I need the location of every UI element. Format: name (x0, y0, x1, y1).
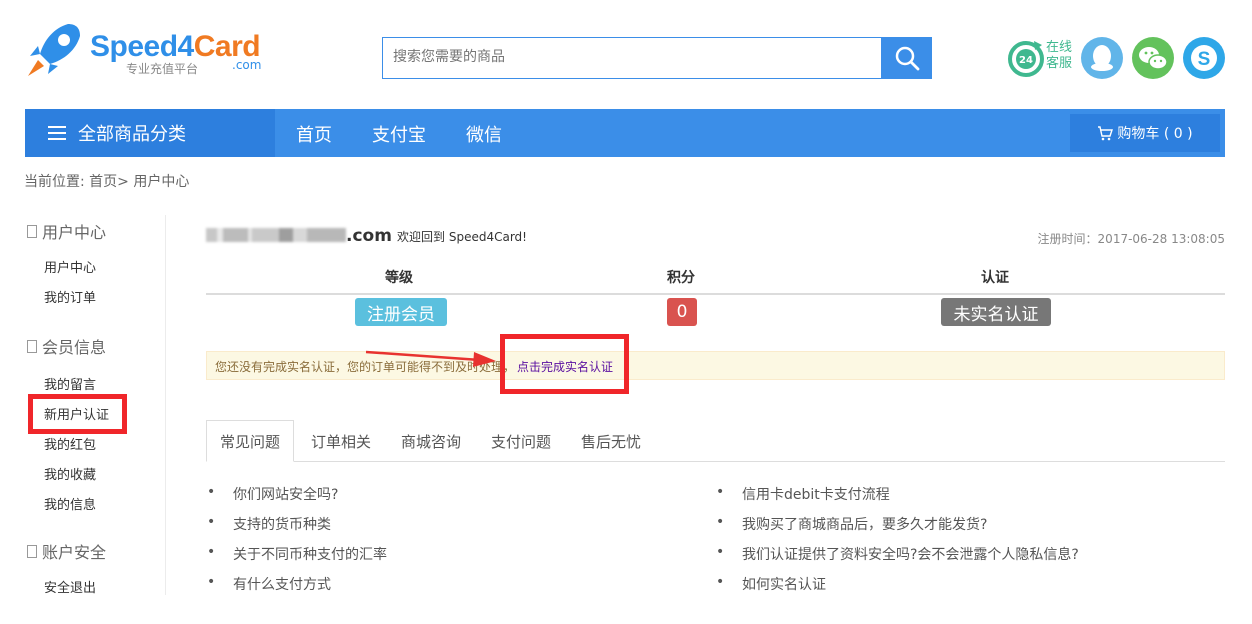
sidebar-item-my-messages[interactable]: 我的留言 (44, 374, 96, 393)
redacted-email (206, 228, 346, 242)
faq-item[interactable]: • 有什么支付方式 (207, 574, 331, 594)
verification-badge: 未实名认证 (941, 298, 1051, 326)
svg-text:24: 24 (1019, 55, 1033, 66)
sidebar-section-user-center: 用户中心 (27, 219, 106, 243)
registration-time: 注册时间：2017-06-28 13:08:05 (1037, 232, 1225, 246)
clock-24-icon: 24 (1008, 41, 1044, 77)
sidebar-divider (165, 215, 166, 595)
level-badge: 注册会员 (355, 298, 447, 326)
tab-payment[interactable]: 支付问题 (491, 420, 551, 462)
welcome-text: 欢迎回到 Speed4Card! (397, 230, 527, 244)
points-badge: 0 (667, 298, 697, 326)
all-categories-label: 全部商品分类 (78, 124, 186, 145)
sidebar-item-my-orders[interactable]: 我的订单 (44, 287, 96, 306)
arrow-annotation (365, 350, 496, 367)
online-label: 在线 (1046, 40, 1073, 55)
wechat-icon (1139, 47, 1168, 70)
tab-after-sales[interactable]: 售后无忧 (581, 420, 641, 462)
svg-text:S: S (1198, 49, 1211, 70)
square-icon (27, 545, 37, 558)
search-button[interactable] (881, 37, 932, 79)
faq-item[interactable]: • 我们认证提供了资料安全吗?会不会泄露个人隐私信息? (716, 544, 1079, 564)
highlight-box-verification (28, 394, 127, 434)
faq-item[interactable]: • 我购买了商城商品后，要多久才能发货? (716, 514, 987, 534)
sidebar-item-my-info[interactable]: 我的信息 (44, 494, 96, 513)
cart-label: 购物车 ( 0 ) (1117, 126, 1193, 142)
user-email: .com 欢迎回到 Speed4Card! (206, 226, 527, 246)
sidebar-item-my-red-packets[interactable]: 我的红包 (44, 434, 96, 453)
stats-divider (206, 293, 1225, 295)
skype-button[interactable]: S (1183, 37, 1225, 79)
faq-item[interactable]: • 关于不同币种支付的汇率 (207, 544, 387, 564)
menu-icon (48, 126, 66, 140)
cart-icon (1098, 125, 1114, 140)
skype-icon: S (1191, 45, 1217, 71)
faq-item[interactable]: • 如何实名认证 (716, 574, 826, 594)
tab-mall-inquiry[interactable]: 商城咨询 (401, 420, 461, 462)
verification-alert: 您还没有完成实名认证，您的订单可能得不到及时处理， 点击完成实名认证 (206, 351, 1225, 380)
rocket-icon (28, 24, 80, 76)
highlight-box-link (500, 334, 629, 394)
service-label: 客服 (1046, 56, 1073, 71)
square-icon (27, 225, 37, 238)
square-icon (27, 340, 37, 353)
sidebar-section-member-info: 会员信息 (27, 334, 106, 358)
all-categories-menu[interactable]: 全部商品分类 (25, 109, 275, 157)
breadcrumb: 当前位置: 首页> 用户中心 (24, 174, 190, 190)
search-input[interactable] (383, 38, 883, 76)
search-box (382, 37, 883, 79)
brand-domain: .com (232, 58, 262, 72)
faq-item[interactable]: • 你们网站安全吗? (207, 484, 338, 504)
cart-button[interactable]: 购物车 ( 0 ) (1070, 114, 1220, 152)
stat-header-points: 积分 (667, 270, 695, 286)
online-service[interactable]: 24 在线 客服 (1006, 36, 1084, 80)
stat-header-verification: 认证 (981, 270, 1009, 286)
search-icon (895, 46, 919, 71)
qq-icon (1091, 45, 1113, 71)
nav-home[interactable]: 首页 (296, 121, 332, 147)
stat-header-level: 等级 (385, 270, 413, 286)
sidebar-item-logout[interactable]: 安全退出 (44, 577, 96, 596)
tab-orders[interactable]: 订单相关 (311, 420, 371, 462)
faq-item[interactable]: • 信用卡debit卡支付流程 (716, 484, 890, 504)
wechat-button[interactable] (1132, 37, 1174, 79)
tab-faq[interactable]: 常见问题 (206, 420, 294, 462)
nav-alipay[interactable]: 支付宝 (372, 121, 426, 147)
nav-wechat[interactable]: 微信 (466, 121, 502, 147)
sidebar-item-user-center[interactable]: 用户中心 (44, 257, 96, 276)
sidebar-section-account-security: 账户安全 (27, 539, 106, 563)
qq-button[interactable] (1081, 37, 1123, 79)
main-nav: 全部商品分类 首页 支付宝 微信 购物车 ( 0 ) (25, 109, 1225, 157)
faq-item[interactable]: • 支持的货币种类 (207, 514, 331, 534)
sidebar-item-my-favorites[interactable]: 我的收藏 (44, 464, 96, 483)
site-logo[interactable]: Speed4Card 专业充值平台 .com (24, 20, 274, 82)
brand-subtitle: 专业充值平台 (126, 62, 199, 76)
